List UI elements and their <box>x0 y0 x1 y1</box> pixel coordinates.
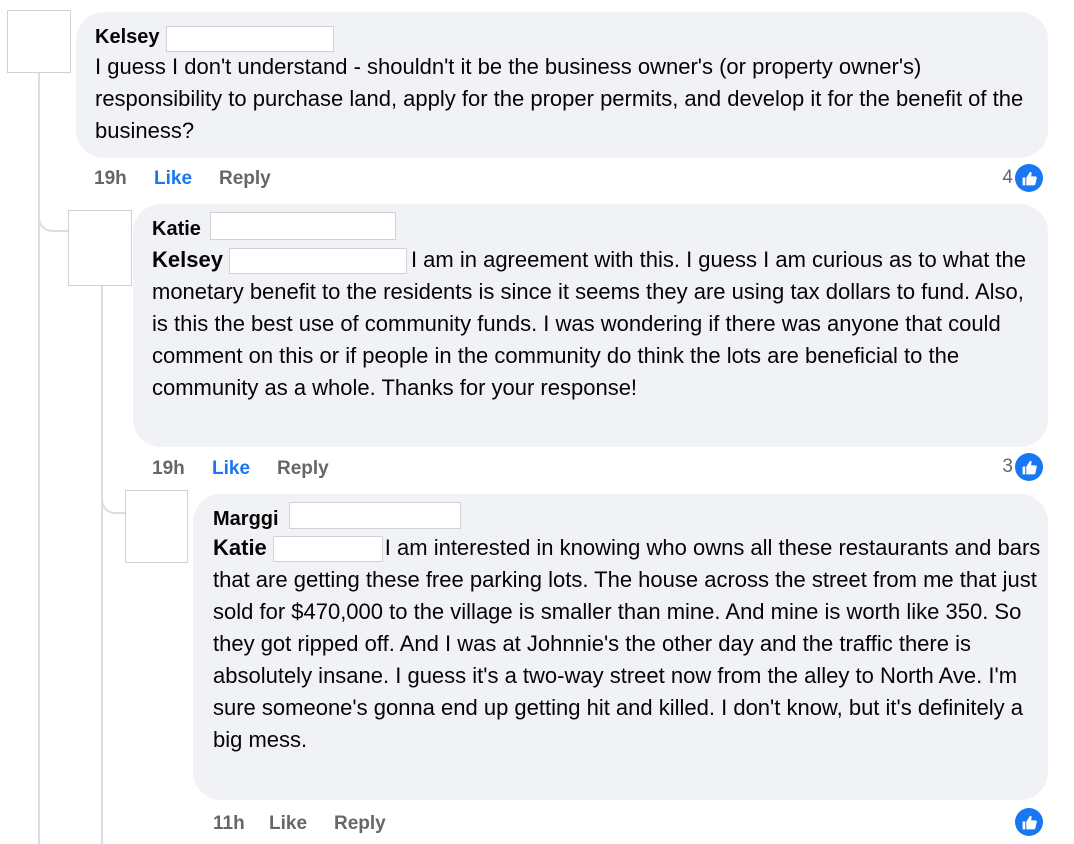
redacted-badge <box>166 26 334 52</box>
reaction-count[interactable]: 3 <box>1002 453 1043 481</box>
comment-text: Katie I am interested in knowing who owns… <box>213 532 1043 756</box>
like-thumb-icon <box>1015 808 1043 836</box>
thread-line <box>101 285 103 844</box>
mention-link[interactable]: Katie <box>213 535 267 560</box>
comment-bubble: Marggi Katie I am interested in knowing w… <box>193 494 1048 800</box>
like-button[interactable]: Like <box>154 168 192 190</box>
thread-line <box>38 72 40 844</box>
like-button[interactable]: Like <box>269 813 307 835</box>
comment-text: Kelsey I am in agreement with this. I gue… <box>152 244 1032 404</box>
mention-link[interactable]: Kelsey <box>152 247 223 272</box>
redacted-mention <box>228 248 407 275</box>
reply-button[interactable]: Reply <box>277 458 329 480</box>
comment-text: I guess I don't understand - shouldn't i… <box>95 54 1024 143</box>
comment-actions: 19h Like Reply <box>94 168 354 192</box>
comment-author[interactable]: Marggi <box>213 507 279 531</box>
reply-button[interactable]: Reply <box>334 813 386 835</box>
redacted-mention <box>272 536 383 563</box>
comment-author[interactable]: Katie <box>152 217 201 241</box>
reaction-count[interactable] <box>1013 808 1043 836</box>
redacted-badge <box>289 502 461 529</box>
comment-timestamp[interactable]: 19h <box>152 458 185 480</box>
reaction-count-value: 4 <box>1002 167 1013 188</box>
reply-button[interactable]: Reply <box>219 168 271 190</box>
reaction-count-value: 3 <box>1002 456 1013 477</box>
comment-author[interactable]: Kelsey <box>95 25 160 49</box>
thread-connector <box>101 492 125 514</box>
like-button[interactable]: Like <box>212 458 250 480</box>
comment-bubble: Katie Kelsey I am in agreement with this.… <box>133 204 1048 447</box>
like-thumb-icon <box>1015 453 1043 481</box>
comment-body: I am interested in knowing who owns all … <box>213 535 1041 752</box>
comment-bubble: Kelsey I guess I don't understand - shou… <box>76 12 1048 158</box>
thread-connector <box>38 212 68 232</box>
comment-timestamp[interactable]: 19h <box>94 168 127 190</box>
comment-actions: 11h Like Reply <box>213 813 473 837</box>
like-thumb-icon <box>1015 164 1043 192</box>
comment-timestamp[interactable]: 11h <box>213 813 245 835</box>
avatar[interactable] <box>7 10 71 73</box>
reaction-count[interactable]: 4 <box>1002 164 1043 192</box>
avatar[interactable] <box>125 490 188 563</box>
avatar[interactable] <box>68 210 132 286</box>
comment-actions: 19h Like Reply <box>152 458 412 482</box>
redacted-badge <box>210 212 396 240</box>
